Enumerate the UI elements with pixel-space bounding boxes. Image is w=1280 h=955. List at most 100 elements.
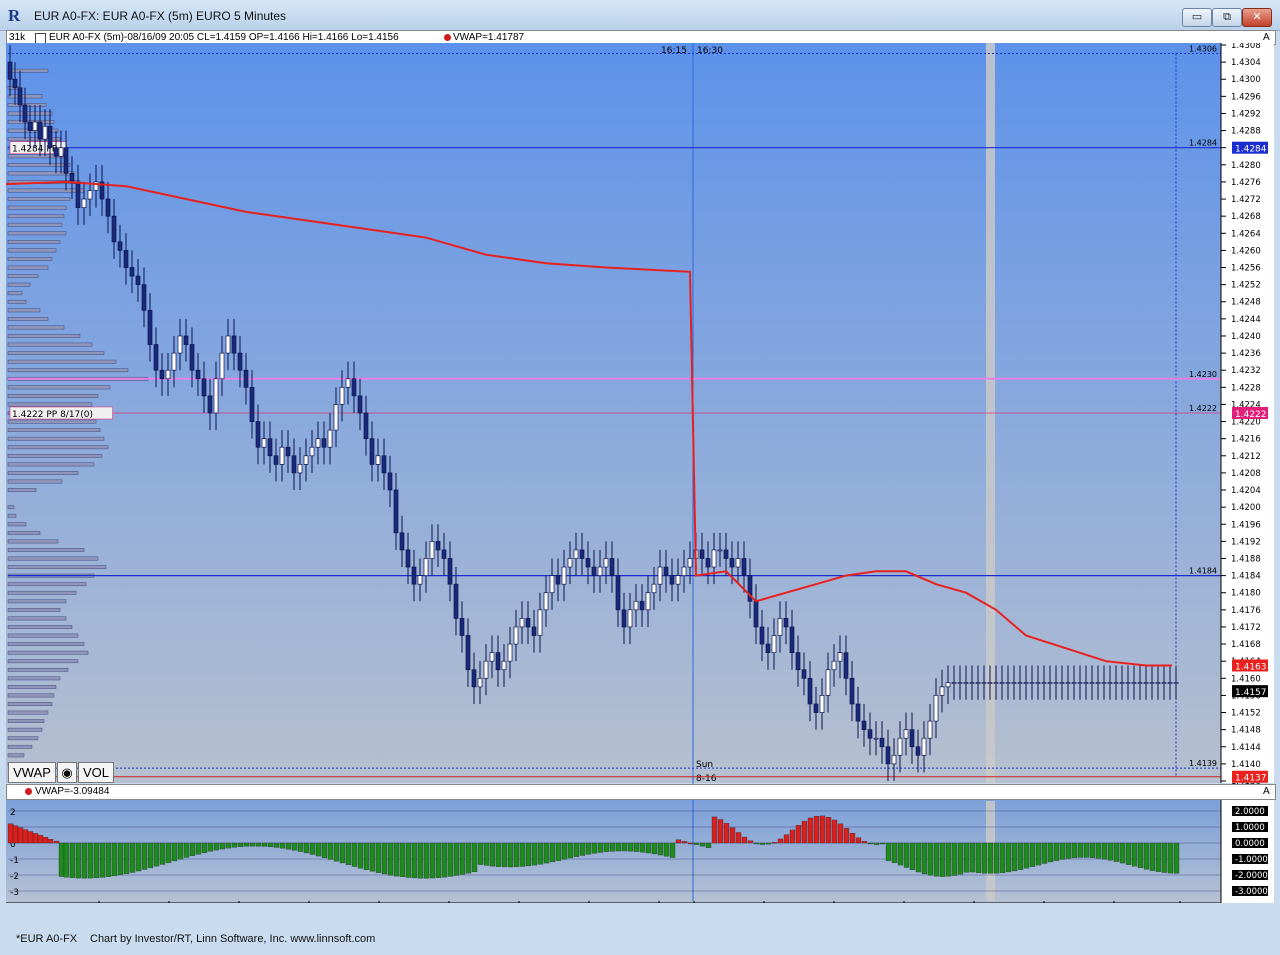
candle-body (171, 352, 177, 371)
candle-body (837, 652, 843, 662)
candle-body (1083, 682, 1089, 684)
indicator-bar (777, 838, 784, 844)
indicator-bar (243, 842, 250, 847)
chart-area[interactable]: 16:15 16:30 Sun 8-16 1.4306 1.4284 1.4284 PP 1.… (5, 41, 1274, 929)
volume-profile-bar (7, 676, 61, 681)
volume-profile-bar (7, 453, 103, 458)
price-axis-label: 1.4168 (1231, 640, 1261, 650)
price-level-label: 1.4139 (1189, 759, 1217, 768)
indicator-bar (93, 842, 100, 879)
close-button[interactable]: ✕ (1242, 8, 1272, 27)
indicator-bar (483, 842, 490, 866)
candle-body (189, 344, 195, 371)
candle-body (705, 558, 711, 568)
price-level-label: 1.4306 (1189, 45, 1217, 54)
indicator-bar (195, 842, 202, 855)
candle-body (945, 682, 951, 688)
indicator-bar (1167, 842, 1174, 874)
vwap-tab[interactable]: VWAP (8, 762, 56, 783)
indicator-bar (507, 842, 514, 868)
indicator-bar (387, 842, 394, 876)
indicator-bar (651, 842, 658, 855)
indicator-bar (693, 842, 700, 845)
indicator-bar (1101, 842, 1108, 860)
candle-body (1053, 682, 1059, 684)
indicator-bar (285, 842, 292, 850)
indicator-bar (591, 842, 598, 854)
price-axis-label: 1.4204 (1231, 486, 1261, 496)
indicator-bar (1155, 842, 1162, 872)
candle-body (255, 421, 261, 448)
restore-button[interactable]: ⧉ (1212, 8, 1242, 27)
indicator-bar (789, 829, 796, 844)
indicator-bar (981, 842, 988, 874)
candle-body (22, 104, 28, 123)
indicator-bar (477, 842, 484, 865)
candle-body (399, 532, 405, 551)
price-axis-badge-label: 1.4157 (1235, 688, 1267, 698)
volume-profile-bar (7, 68, 49, 73)
price-chart[interactable]: 16:15 16:30Sun8-161.43061.42841.4284 PP1.… (5, 41, 1274, 929)
price-axis-badge-label: 1.4137 (1235, 774, 1267, 784)
candle-body (1047, 682, 1053, 684)
indicator-bar (309, 842, 316, 855)
candle-body (1095, 682, 1101, 684)
candle-body (729, 558, 735, 568)
candle-body (351, 378, 357, 397)
vol-tab[interactable]: VOL (78, 762, 114, 783)
indicator-bar (87, 842, 94, 879)
indicator-bar (879, 842, 886, 845)
indicator-bar (99, 842, 106, 878)
indicator-bar (381, 842, 388, 875)
candle-body (201, 378, 207, 397)
candle-body (657, 566, 663, 585)
price-axis-label: 1.4296 (1231, 92, 1261, 102)
volume-profile-bar (7, 308, 41, 313)
volume-profile-bar (7, 291, 23, 296)
volume-profile-bar (7, 531, 41, 535)
indicator-bar (53, 840, 60, 844)
candle-body (1077, 682, 1083, 684)
indicator-bar (765, 842, 772, 845)
candle-body (381, 455, 387, 474)
volume-profile-bar (7, 659, 79, 664)
indicator-bar (771, 842, 778, 844)
indicator-corner-toggle[interactable]: A (1263, 785, 1270, 799)
clock-icon[interactable]: ◉ (57, 762, 77, 783)
candle-body (447, 558, 453, 585)
candle-body (237, 352, 243, 371)
window-titlebar: R EUR A0-FX: EUR A0-FX (5m) EURO 5 Minut… (0, 0, 1280, 31)
indicator-bar (291, 842, 298, 851)
minimize-button[interactable]: ▭ (1182, 8, 1212, 27)
indicator-bar (351, 842, 358, 867)
top-time-label: 16:15 (661, 46, 687, 56)
indicator-bar (615, 842, 622, 852)
volume-profile-bar (7, 299, 27, 304)
volume-profile-bar (7, 625, 73, 629)
candle-body (327, 429, 333, 448)
indicator-bar (123, 842, 130, 874)
volume-profile-bar (7, 685, 57, 689)
candle-body (813, 703, 819, 713)
indicator-bar (1053, 842, 1060, 861)
indicator-bar (627, 842, 634, 852)
candle-body (591, 566, 597, 576)
volume-profile-bar (7, 325, 65, 330)
volume-profile-bar (7, 188, 85, 193)
price-axis-label: 1.4252 (1231, 281, 1261, 291)
indicator-bar (747, 840, 754, 844)
candle-body (1059, 682, 1065, 684)
indicator-bar (1137, 842, 1144, 868)
candle-body (771, 635, 777, 653)
candle-body (1125, 682, 1131, 684)
indicator-bar (597, 842, 604, 853)
indicator-bar (58, 842, 65, 877)
candle-body (567, 558, 573, 568)
indicator-bar (1023, 842, 1030, 869)
candle-body (507, 643, 513, 662)
candle-body (543, 592, 549, 611)
price-axis-label: 1.4192 (1231, 537, 1261, 547)
indicator-bar (675, 839, 682, 844)
candle-body (939, 686, 945, 696)
indicator-bar (1107, 842, 1114, 861)
